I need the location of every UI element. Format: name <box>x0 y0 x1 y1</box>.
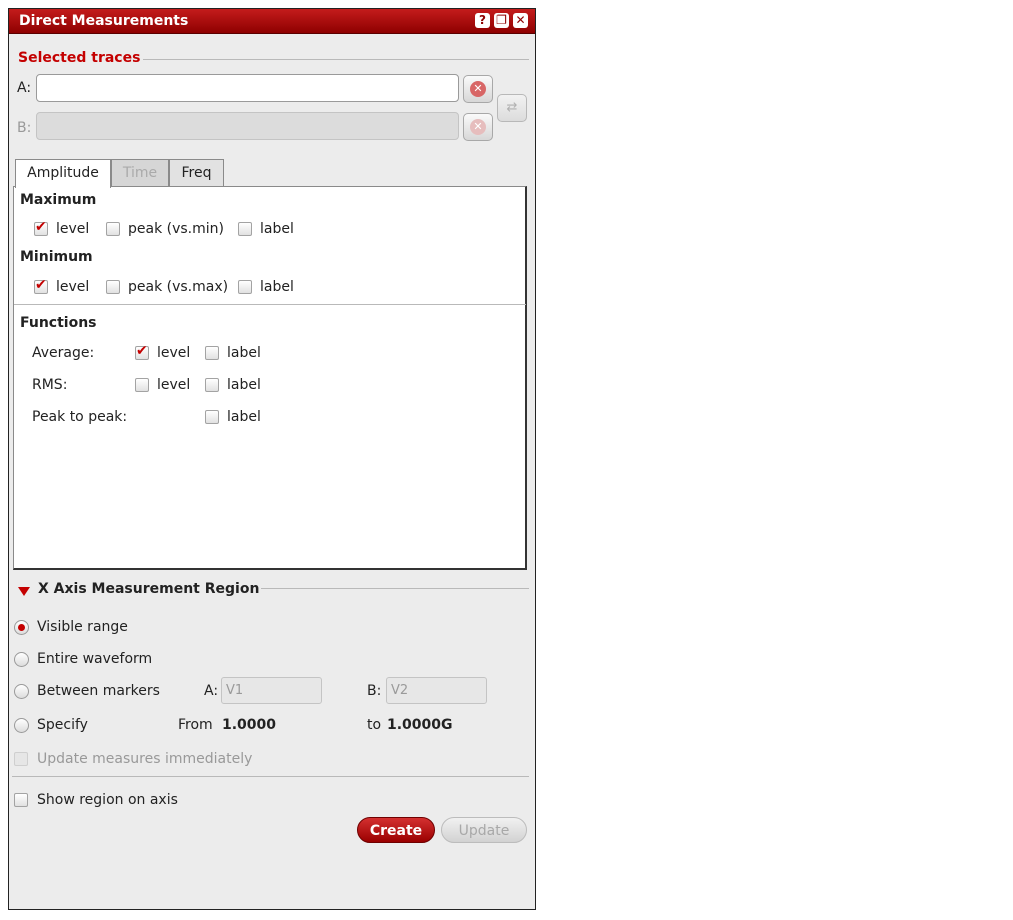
maximum-label-label: label <box>260 221 294 237</box>
tab-freq[interactable]: Freq <box>169 159 224 187</box>
clear-trace-a-button[interactable]: ✕ <box>463 75 493 103</box>
trace-a-field[interactable] <box>36 74 459 102</box>
rms-label-text: label <box>227 377 261 393</box>
region-heading[interactable]: X Axis Measurement Region <box>38 581 259 597</box>
specify-label: Specify <box>37 717 88 733</box>
maximum-heading: Maximum <box>20 192 97 208</box>
marker-a-label: A: <box>204 683 219 699</box>
functions-heading: Functions <box>20 315 97 331</box>
divider <box>12 776 529 777</box>
update-immediately-label: Update measures immediately <box>37 751 253 767</box>
visible-range-label: Visible range <box>37 619 128 635</box>
divider <box>261 588 529 589</box>
close-icon[interactable]: ✕ <box>513 13 528 28</box>
divider <box>14 304 526 305</box>
rms-level-text: level <box>157 377 191 393</box>
swap-traces-button[interactable]: ⇄ <box>497 94 527 122</box>
average-label: Average: <box>32 345 95 361</box>
tab-amplitude[interactable]: Amplitude <box>15 159 111 188</box>
maximum-level-label: level <box>56 221 90 237</box>
update-immediately-checkbox[interactable] <box>14 752 28 766</box>
title-bar: Direct Measurements ? ❐ ✕ <box>9 9 535 34</box>
trace-b-field[interactable] <box>36 112 459 140</box>
maximum-peak-label: peak (vs.min) <box>128 221 224 237</box>
update-button[interactable]: Update <box>441 817 527 843</box>
clear-trace-b-button[interactable]: ✕ <box>463 113 493 141</box>
peak-to-peak-label-text: label <box>227 409 261 425</box>
maximum-level-checkbox[interactable] <box>34 219 48 236</box>
trace-b-label: B: <box>17 120 32 136</box>
clear-icon: ✕ <box>470 119 486 135</box>
create-button[interactable]: Create <box>357 817 435 843</box>
marker-b-label: B: <box>367 683 382 699</box>
average-label-text: label <box>227 345 261 361</box>
amplitude-tab-content <box>13 186 527 570</box>
average-label-checkbox[interactable] <box>205 346 219 360</box>
minimum-label-checkbox[interactable] <box>238 280 252 294</box>
entire-waveform-radio[interactable] <box>14 652 29 667</box>
visible-range-radio[interactable] <box>14 620 29 635</box>
minimum-peak-checkbox[interactable] <box>106 280 120 294</box>
rms-label-checkbox[interactable] <box>205 378 219 392</box>
between-markers-radio[interactable] <box>14 684 29 699</box>
marker-b-field[interactable]: V2 <box>386 677 487 704</box>
average-level-checkbox[interactable] <box>135 343 149 360</box>
window-title: Direct Measurements <box>19 13 189 29</box>
marker-a-field[interactable]: V1 <box>221 677 322 704</box>
from-label: From <box>178 717 213 733</box>
maximum-label-checkbox[interactable] <box>238 222 252 236</box>
to-value[interactable]: 1.0000G <box>387 717 453 733</box>
maximum-peak-checkbox[interactable] <box>106 222 120 236</box>
minimum-peak-label: peak (vs.max) <box>128 279 229 295</box>
divider <box>143 59 529 60</box>
specify-radio[interactable] <box>14 718 29 733</box>
rms-level-checkbox[interactable] <box>135 378 149 392</box>
show-region-label: Show region on axis <box>37 792 178 808</box>
between-markers-label: Between markers <box>37 683 160 699</box>
tab-time[interactable]: Time <box>111 159 169 187</box>
minimum-level-label: level <box>56 279 90 295</box>
rms-label: RMS: <box>32 377 68 393</box>
peak-to-peak-label: Peak to peak: <box>32 409 128 425</box>
to-label: to <box>367 717 382 733</box>
show-region-checkbox[interactable] <box>14 793 28 807</box>
collapse-triangle-icon[interactable] <box>18 587 30 596</box>
help-icon[interactable]: ? <box>475 13 490 28</box>
average-level-text: level <box>157 345 191 361</box>
trace-a-label: A: <box>17 80 32 96</box>
clear-icon: ✕ <box>470 81 486 97</box>
peak-to-peak-label-checkbox[interactable] <box>205 410 219 424</box>
minimum-level-checkbox[interactable] <box>34 277 48 294</box>
entire-waveform-label: Entire waveform <box>37 651 153 667</box>
selected-traces-heading: Selected traces <box>18 50 141 66</box>
minimum-heading: Minimum <box>20 249 93 265</box>
from-value[interactable]: 1.0000 <box>222 717 276 733</box>
minimum-label-label: label <box>260 279 294 295</box>
float-window-icon[interactable]: ❐ <box>494 13 509 28</box>
direct-measurements-panel: Direct Measurements ? ❐ ✕ Selected trace… <box>8 8 536 910</box>
